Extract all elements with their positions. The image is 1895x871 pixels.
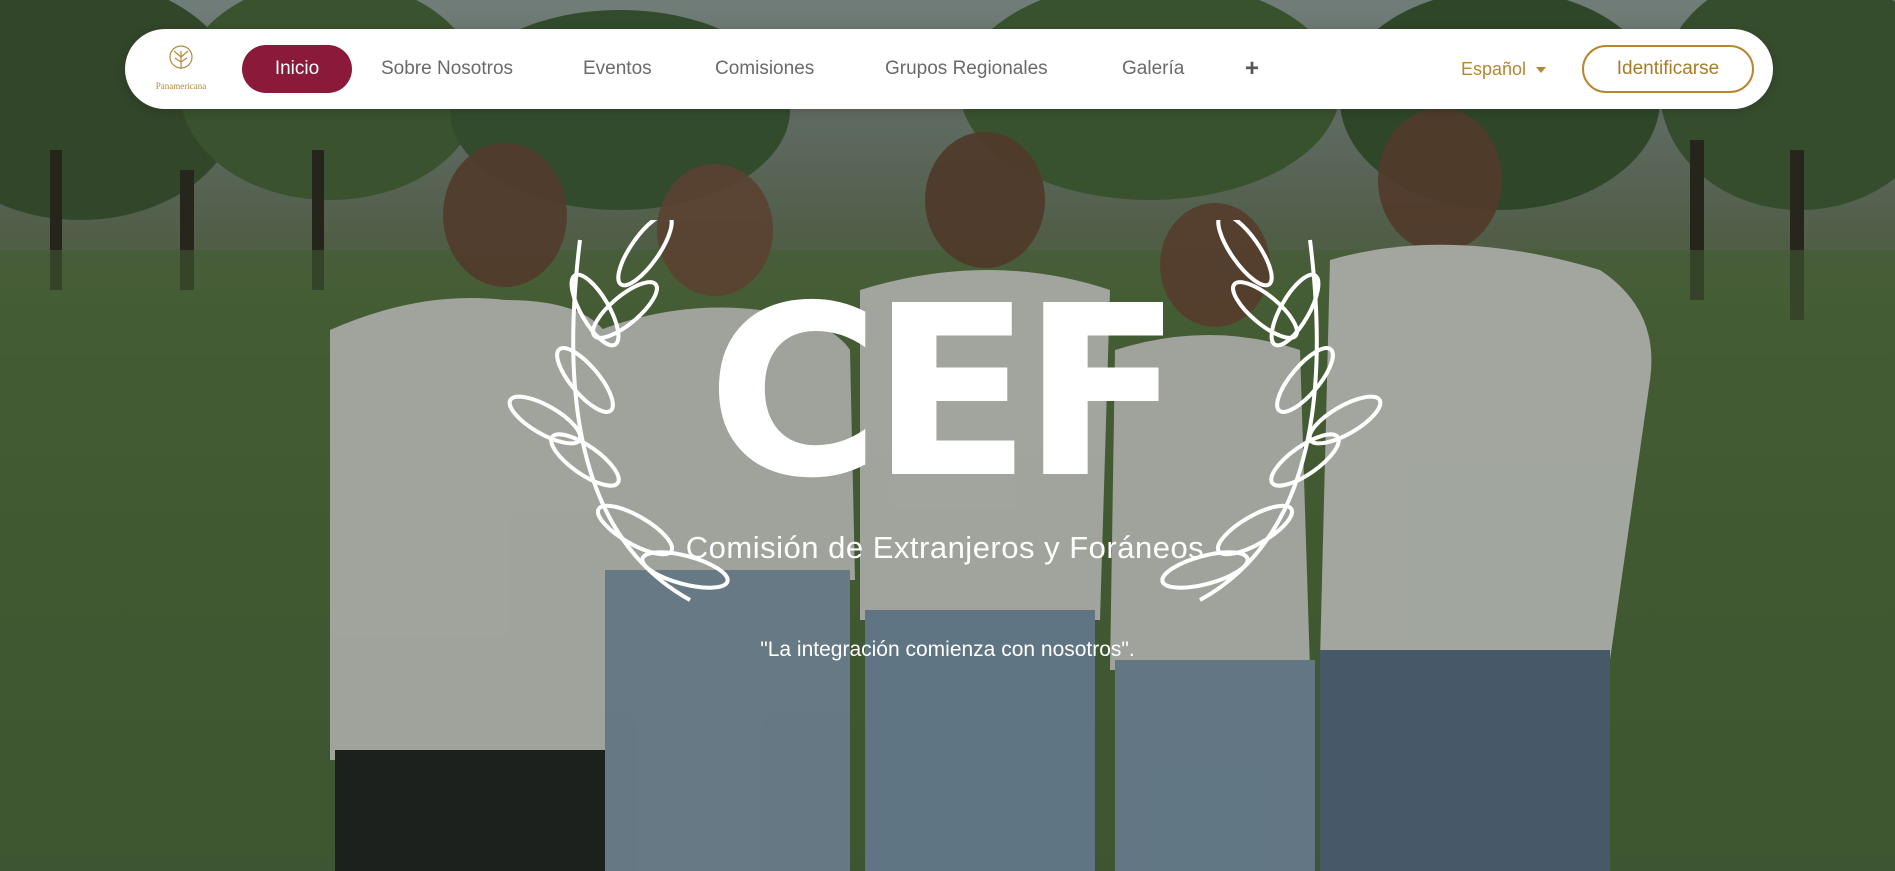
- nav-item-sobre-nosotros[interactable]: Sobre Nosotros: [381, 45, 513, 93]
- tree-crest-icon: [169, 45, 193, 69]
- site-logo[interactable]: Panamericana: [147, 43, 215, 97]
- nav-item-galeria[interactable]: Galería: [1122, 45, 1184, 93]
- logo-text: Panamericana: [155, 81, 207, 91]
- nav-item-comisiones[interactable]: Comisiones: [715, 45, 814, 93]
- login-button[interactable]: Identificarse: [1582, 45, 1754, 93]
- top-navigation-bar: Panamericana Inicio Sobre Nosotros Event…: [125, 29, 1773, 109]
- language-label: Español: [1461, 59, 1527, 79]
- hero-subtitle: Comisión de Extranjeros y Foráneos: [685, 530, 1205, 565]
- nav-item-inicio[interactable]: Inicio: [242, 45, 352, 93]
- caret-down-icon: [1536, 67, 1547, 74]
- cef-emblem-text: CEF: [707, 255, 1183, 530]
- language-selector[interactable]: Español: [1461, 45, 1547, 93]
- hero-tagline: "La integración comienza con nosotros".: [760, 638, 1135, 661]
- nav-item-eventos[interactable]: Eventos: [583, 45, 652, 93]
- nav-item-grupos-regionales[interactable]: Grupos Regionales: [885, 45, 1048, 93]
- plus-icon[interactable]: +: [1245, 45, 1259, 93]
- cef-emblem: CEF Comisión de Extranjeros y Foráneos: [505, 220, 1385, 620]
